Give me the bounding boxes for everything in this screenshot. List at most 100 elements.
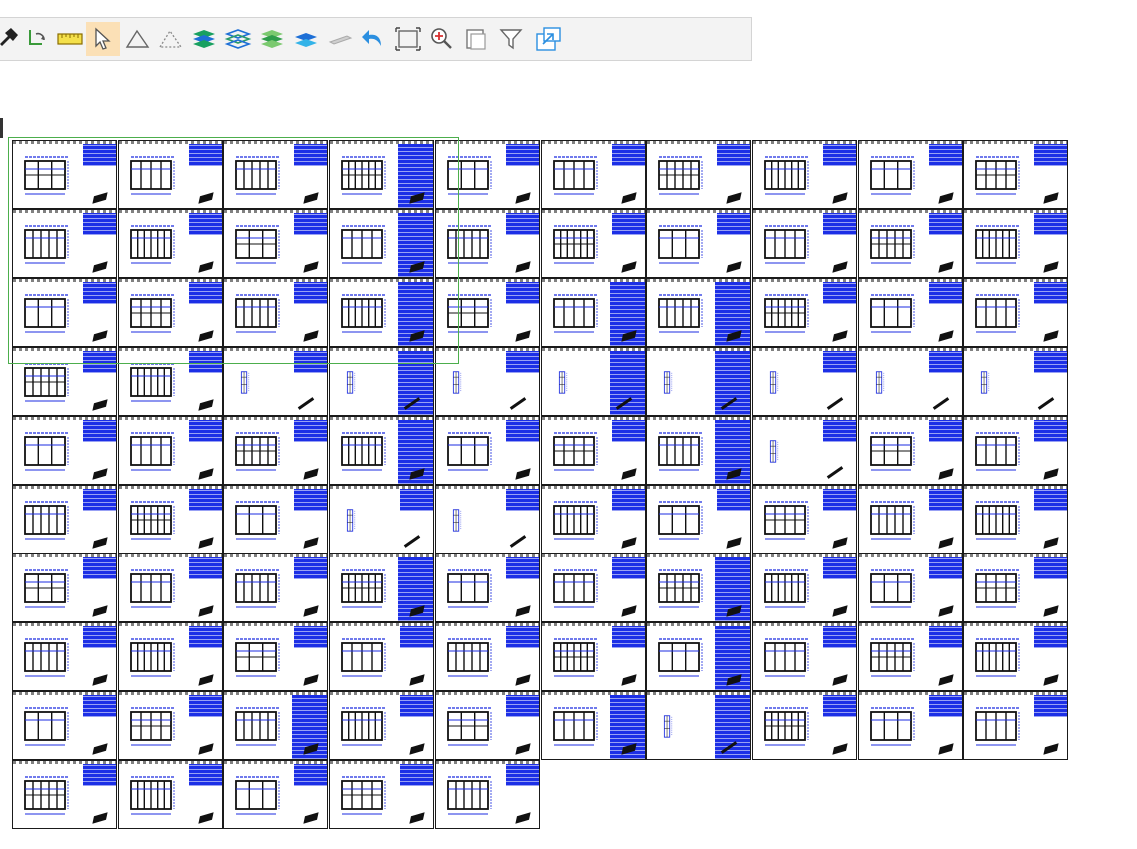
drawing-sheet-thumbnail[interactable] <box>857 691 963 761</box>
drawing-sheet-thumbnail[interactable] <box>963 346 1069 416</box>
drawing-sheet-thumbnail[interactable] <box>12 553 117 623</box>
drawing-sheet-thumbnail[interactable] <box>540 140 646 209</box>
drawing-sheet-thumbnail[interactable] <box>540 622 646 692</box>
drawing-sheet-thumbnail[interactable] <box>963 140 1069 209</box>
drawing-sheet-thumbnail[interactable] <box>117 484 223 554</box>
drawing-sheet-thumbnail[interactable] <box>434 760 540 830</box>
drawing-sheet-thumbnail[interactable] <box>963 277 1069 347</box>
drawing-sheet-thumbnail[interactable] <box>434 415 540 485</box>
drawing-sheet-thumbnail[interactable] <box>857 346 963 416</box>
drawing-sheet-thumbnail[interactable] <box>646 140 752 209</box>
drawing-sheet-thumbnail[interactable] <box>434 208 540 278</box>
drawing-sheet-thumbnail[interactable] <box>12 415 117 485</box>
drawing-sheet-thumbnail[interactable] <box>12 208 117 278</box>
drawing-sheet-thumbnail[interactable] <box>12 760 117 830</box>
drawing-sheet-thumbnail[interactable] <box>646 691 752 761</box>
drawing-sheet-thumbnail[interactable] <box>963 553 1069 623</box>
measure-tool-button[interactable] <box>53 22 87 56</box>
drawing-sheet-thumbnail[interactable] <box>329 140 435 209</box>
drawing-sheet-thumbnail[interactable] <box>434 484 540 554</box>
drawing-sheet-thumbnail[interactable] <box>223 277 329 347</box>
drawing-sheet-thumbnail[interactable] <box>646 415 752 485</box>
drawing-sheet-thumbnail[interactable] <box>751 484 857 554</box>
layers-outline-button[interactable] <box>221 22 255 56</box>
filter-button[interactable] <box>494 22 528 56</box>
drawing-sheet-thumbnail[interactable] <box>12 277 117 347</box>
drawing-sheet-thumbnail[interactable] <box>434 277 540 347</box>
drawing-sheet-thumbnail[interactable] <box>117 346 223 416</box>
drawing-sheet-thumbnail[interactable] <box>329 691 435 761</box>
drawing-sheet-thumbnail[interactable] <box>857 415 963 485</box>
drawing-sheet-thumbnail[interactable] <box>117 140 223 209</box>
export-button[interactable] <box>531 22 565 56</box>
zoom-in-button[interactable] <box>425 22 459 56</box>
drawing-sheet-thumbnail[interactable] <box>751 140 857 209</box>
drawing-sheet-thumbnail[interactable] <box>540 691 646 761</box>
drawing-sheet-thumbnail[interactable] <box>751 346 857 416</box>
plane-tool-button[interactable] <box>323 22 357 56</box>
drawing-sheet-thumbnail[interactable] <box>329 760 435 830</box>
drawing-sheet-thumbnail[interactable] <box>540 346 646 416</box>
drawing-sheet-thumbnail[interactable] <box>540 484 646 554</box>
drawing-sheet-thumbnail[interactable] <box>540 415 646 485</box>
drawing-sheet-thumbnail[interactable] <box>751 622 857 692</box>
drawing-sheet-thumbnail[interactable] <box>646 622 752 692</box>
drawing-sheet-thumbnail[interactable] <box>117 622 223 692</box>
drawing-sheet-thumbnail[interactable] <box>12 484 117 554</box>
drawing-sheet-thumbnail[interactable] <box>223 760 329 830</box>
drawing-sheet-thumbnail[interactable] <box>540 553 646 623</box>
drawing-sheet-thumbnail[interactable] <box>434 553 540 623</box>
drawing-sheet-thumbnail[interactable] <box>223 622 329 692</box>
area-tool-button[interactable] <box>120 22 154 56</box>
drawing-sheet-thumbnail[interactable] <box>751 415 857 485</box>
drawing-sheet-thumbnail[interactable] <box>857 622 963 692</box>
drawing-sheet-thumbnail[interactable] <box>751 277 857 347</box>
drawing-sheet-thumbnail[interactable] <box>329 622 435 692</box>
drawing-sheet-thumbnail[interactable] <box>857 277 963 347</box>
drawing-sheet-thumbnail[interactable] <box>963 622 1069 692</box>
drawing-sheet-thumbnail[interactable] <box>646 484 752 554</box>
drawing-sheet-thumbnail[interactable] <box>223 553 329 623</box>
drawing-sheet-thumbnail[interactable] <box>223 415 329 485</box>
area-dashed-tool-button[interactable] <box>153 22 187 56</box>
drawing-sheet-thumbnail[interactable] <box>12 140 117 209</box>
drawing-sheet-thumbnail[interactable] <box>751 208 857 278</box>
drawing-sheet-thumbnail[interactable] <box>540 208 646 278</box>
drawing-sheet-thumbnail[interactable] <box>117 277 223 347</box>
drawing-sheet-thumbnail[interactable] <box>963 415 1069 485</box>
layers-green-button[interactable] <box>255 22 289 56</box>
drawing-sheet-thumbnail[interactable] <box>117 208 223 278</box>
rotate-view-button[interactable] <box>20 22 54 56</box>
drawing-sheet-thumbnail[interactable] <box>751 553 857 623</box>
drawing-sheet-thumbnail[interactable] <box>12 622 117 692</box>
drawing-sheet-grid[interactable] <box>12 140 1069 830</box>
drawing-sheet-thumbnail[interactable] <box>646 277 752 347</box>
drawing-sheet-thumbnail[interactable] <box>963 691 1069 761</box>
drawing-sheet-thumbnail[interactable] <box>329 346 435 416</box>
drawing-sheet-thumbnail[interactable] <box>434 622 540 692</box>
drawing-sheet-thumbnail[interactable] <box>434 346 540 416</box>
drawing-sheet-thumbnail[interactable] <box>329 553 435 623</box>
drawing-sheet-thumbnail[interactable] <box>329 415 435 485</box>
drawing-sheet-thumbnail[interactable] <box>329 484 435 554</box>
drawing-sheet-thumbnail[interactable] <box>117 760 223 830</box>
copy-button[interactable] <box>459 22 493 56</box>
drawing-sheet-thumbnail[interactable] <box>857 553 963 623</box>
drawing-sheet-thumbnail[interactable] <box>223 140 329 209</box>
drawing-sheet-thumbnail[interactable] <box>434 140 540 209</box>
drawing-sheet-thumbnail[interactable] <box>223 346 329 416</box>
undo-button[interactable] <box>357 22 391 56</box>
drawing-sheet-thumbnail[interactable] <box>223 484 329 554</box>
drawing-sheet-thumbnail[interactable] <box>963 208 1069 278</box>
drawing-sheet-thumbnail[interactable] <box>540 277 646 347</box>
drawing-sheet-thumbnail[interactable] <box>329 208 435 278</box>
drawing-sheet-thumbnail[interactable] <box>12 346 117 416</box>
fit-view-button[interactable] <box>391 22 425 56</box>
drawing-sheet-thumbnail[interactable] <box>117 691 223 761</box>
drawing-sheet-thumbnail[interactable] <box>751 691 857 761</box>
layers-all-button[interactable] <box>187 22 221 56</box>
select-tool-button[interactable] <box>86 22 120 56</box>
drawing-sheet-thumbnail[interactable] <box>329 277 435 347</box>
drawing-sheet-thumbnail[interactable] <box>646 346 752 416</box>
drawing-sheet-thumbnail[interactable] <box>12 691 117 761</box>
